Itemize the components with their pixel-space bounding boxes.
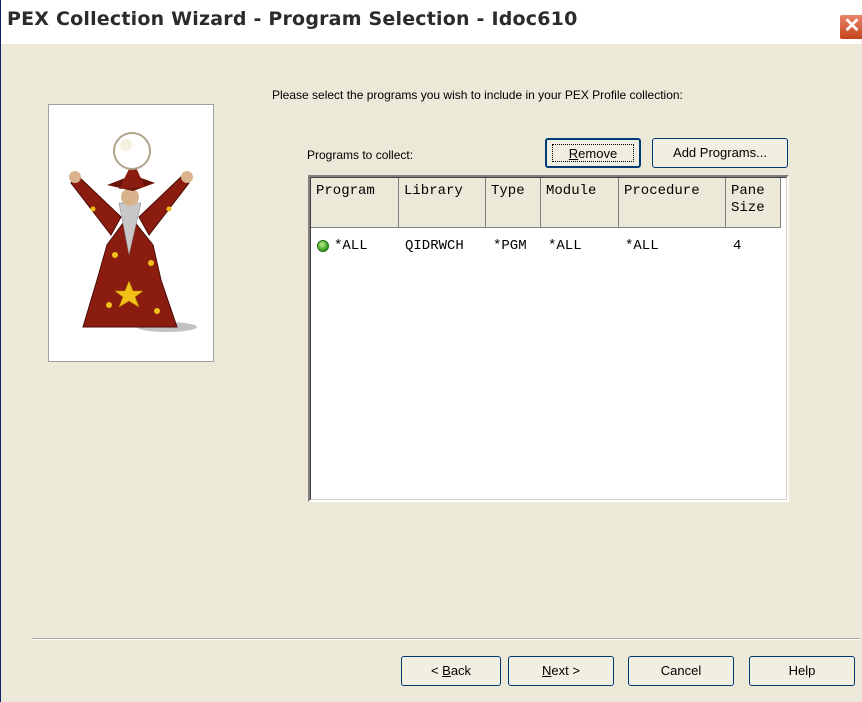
cell-module: *ALL xyxy=(548,238,582,254)
window-title: PEX Collection Wizard - Program Selectio… xyxy=(7,8,578,30)
wizard-image-frame xyxy=(48,104,214,362)
cell-program: *ALL xyxy=(334,238,368,254)
remove-accesskey: R xyxy=(568,146,579,161)
programs-table-inner: Program Library Type Module Procedure Pa… xyxy=(310,177,787,500)
column-header-program[interactable]: Program xyxy=(311,178,399,228)
add-programs-label: Add Programs... xyxy=(673,145,767,160)
back-accesskey: B xyxy=(442,663,451,678)
wizard-illustration-icon xyxy=(69,132,197,332)
remove-label: emove xyxy=(578,146,618,161)
add-programs-button[interactable]: Add Programs... xyxy=(652,138,788,168)
remove-focus-rect: Remove xyxy=(552,144,634,162)
back-prefix: < xyxy=(430,663,443,678)
cell-type: *PGM xyxy=(493,238,527,254)
close-button[interactable]: ✕ xyxy=(839,14,862,40)
next-button[interactable]: Next > xyxy=(508,656,614,686)
column-header-procedure[interactable]: Procedure xyxy=(619,178,726,228)
help-label: Help xyxy=(788,663,816,678)
cancel-label: Cancel xyxy=(660,663,702,678)
next-label: ext > xyxy=(551,663,580,678)
column-header-pane-size[interactable]: Pane Size xyxy=(726,178,781,228)
programs-table[interactable]: Program Library Type Module Procedure Pa… xyxy=(308,175,789,502)
wizard-window: PEX Collection Wizard - Program Selectio… xyxy=(0,0,862,702)
green-status-icon xyxy=(317,240,329,252)
back-button[interactable]: < Back xyxy=(401,656,501,686)
button-separator xyxy=(32,638,860,640)
next-accesskey: N xyxy=(542,663,552,678)
title-bar: PEX Collection Wizard - Program Selectio… xyxy=(1,0,862,44)
instructions-text: Please select the programs you wish to i… xyxy=(272,88,683,102)
cell-pane-size: 4 xyxy=(733,238,742,254)
column-header-type[interactable]: Type xyxy=(486,178,541,228)
cell-library: QIDRWCH xyxy=(405,238,464,254)
close-icon: ✕ xyxy=(843,15,861,37)
programs-to-collect-label: Programs to collect: xyxy=(307,148,414,162)
dialog-body: Please select the programs you wish to i… xyxy=(2,44,862,702)
help-button[interactable]: Help xyxy=(749,656,855,686)
cancel-button[interactable]: Cancel xyxy=(628,656,734,686)
column-header-module[interactable]: Module xyxy=(541,178,619,228)
cell-procedure: *ALL xyxy=(625,238,659,254)
remove-button[interactable]: Remove xyxy=(545,138,641,168)
back-label: ack xyxy=(450,663,472,678)
column-header-library[interactable]: Library xyxy=(399,178,486,228)
